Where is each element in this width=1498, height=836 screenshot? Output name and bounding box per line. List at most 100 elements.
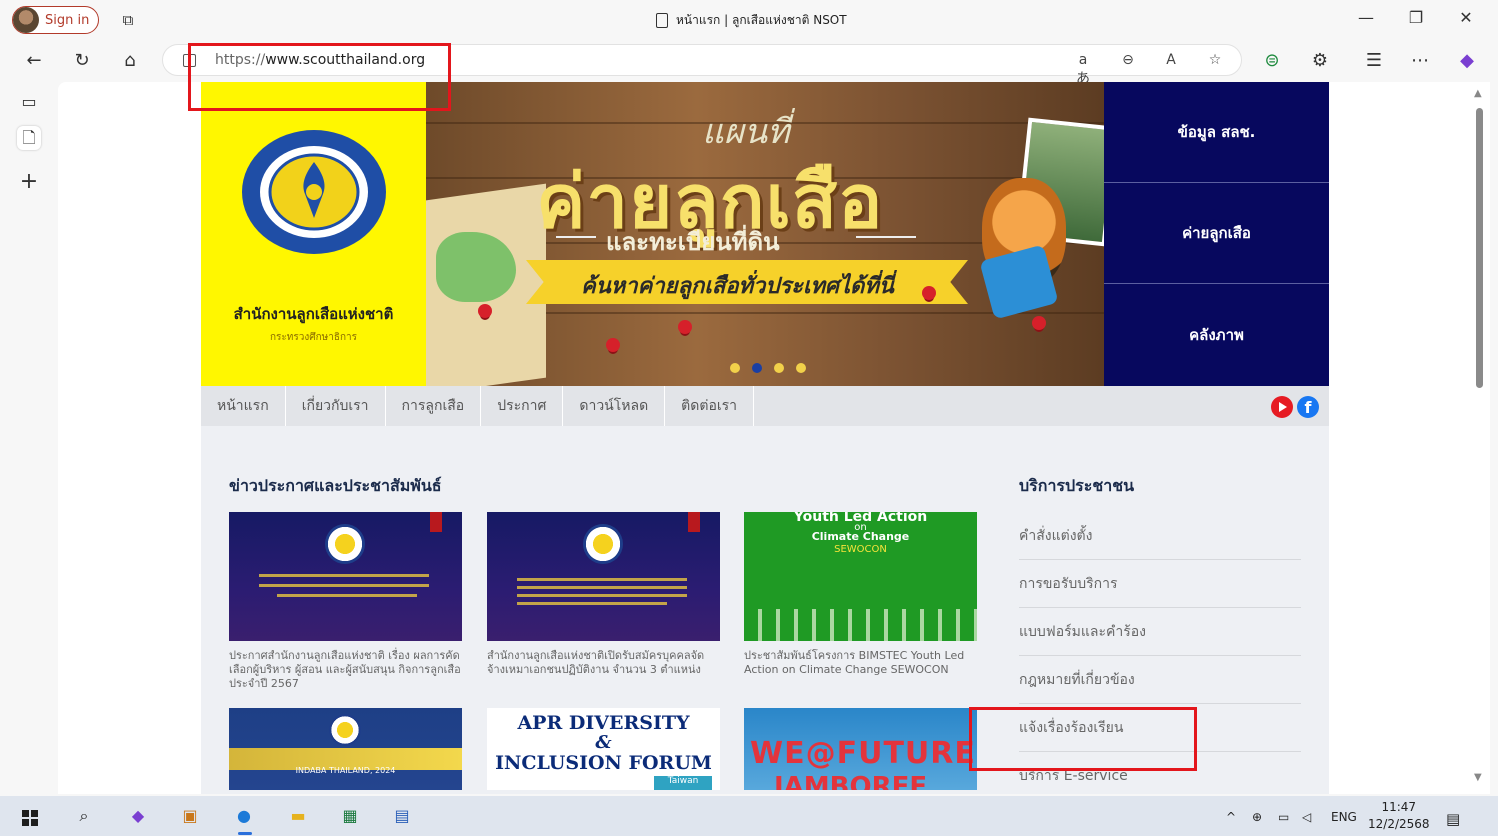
restore-icon[interactable]: ❐ xyxy=(1401,8,1431,27)
browser-titlebar: Sign in ⧉ หน้าแรก | ลูกเสือแห่งชาติ NSOT… xyxy=(0,0,1498,40)
org-name: สำนักงานลูกเสือแห่งชาติ xyxy=(233,305,394,323)
language-indicator[interactable]: ENG xyxy=(1331,810,1357,824)
new-tab-icon[interactable]: + xyxy=(17,170,41,194)
news-thumbnail[interactable] xyxy=(487,512,720,641)
news-thumbnail[interactable] xyxy=(229,512,462,641)
tab-list-icon[interactable]: ▭ xyxy=(17,90,41,114)
page-icon xyxy=(656,13,668,28)
service-item-request[interactable]: การขอรับบริการ xyxy=(1019,560,1301,608)
read-aloud-icon[interactable]: A xyxy=(1161,52,1181,68)
thumb-line-1: APR DIVERSITY xyxy=(517,712,690,734)
signin-button[interactable]: Sign in xyxy=(12,6,99,34)
map-pin-icon xyxy=(478,304,492,318)
news-card[interactable]: Youth Led Action on Climate Change SEWOC… xyxy=(744,512,977,677)
nav-item-scouting[interactable]: การลูกเสือ xyxy=(386,386,482,426)
more-icon[interactable]: ⋯ xyxy=(1408,49,1432,73)
slider-dot[interactable] xyxy=(730,363,740,373)
page-scrollbar[interactable]: ▲ ▼ xyxy=(1474,88,1484,788)
tray-pen-icon[interactable]: ⊕ xyxy=(1252,810,1262,824)
home-icon[interactable]: ⌂ xyxy=(118,49,142,73)
windows-start-icon[interactable] xyxy=(22,810,38,826)
news-thumbnail[interactable]: Youth Led Action on Climate Change SEWOC… xyxy=(744,512,977,641)
copilot-taskbar-icon[interactable]: ◆ xyxy=(126,804,150,828)
news-card[interactable]: INDABA THAILAND, 2024 xyxy=(229,708,462,790)
news-section-title: ข่าวประกาศและประชาสัมพันธ์ xyxy=(229,476,442,495)
tab-actions-icon[interactable]: ⧉ xyxy=(118,10,138,30)
copilot-g-icon[interactable]: ⊜ xyxy=(1260,49,1284,73)
facebook-icon[interactable]: f xyxy=(1297,396,1319,418)
edge-icon[interactable]: ● xyxy=(232,804,256,828)
refresh-icon[interactable]: ↻ xyxy=(70,49,94,73)
youtube-icon[interactable] xyxy=(1271,396,1293,418)
nav-item-downloads[interactable]: ดาวน์โหลด xyxy=(563,386,666,426)
news-caption[interactable]: ประกาศสำนักงานลูกเสือแห่งชาติ เรื่อง ผลก… xyxy=(229,649,462,691)
signin-label: Sign in xyxy=(45,12,90,28)
thumb-title: INDABA THAILAND, 2024 xyxy=(295,766,396,775)
file-explorer-icon[interactable]: ▬ xyxy=(286,804,310,828)
profile-avatar xyxy=(13,7,39,33)
news-thumbnail[interactable]: WE@FUTURE JAMBOREE xyxy=(744,708,977,790)
nav-item-announcements[interactable]: ประกาศ xyxy=(481,386,564,426)
copilot-icon[interactable]: ◆ xyxy=(1455,49,1479,73)
annotation-box-url xyxy=(188,43,451,111)
news-card[interactable]: WE@FUTURE JAMBOREE xyxy=(744,708,977,790)
quick-menu-item-gallery[interactable]: คลังภาพ xyxy=(1104,284,1329,385)
news-card[interactable]: APR DIVERSITY & INCLUSION FORUM Taiwan xyxy=(487,708,720,790)
excel-icon[interactable]: ▦ xyxy=(338,804,362,828)
quick-menu-item-info[interactable]: ข้อมูล สลช. xyxy=(1104,82,1329,183)
service-item-laws[interactable]: กฎหมายที่เกี่ยวข้อง xyxy=(1019,656,1301,704)
news-thumbnail[interactable]: INDABA THAILAND, 2024 xyxy=(229,708,462,790)
scroll-down-icon[interactable]: ▼ xyxy=(1474,772,1482,783)
system-clock[interactable]: 11:47 12/2/2568 xyxy=(1368,799,1430,833)
map-pin-icon xyxy=(606,338,620,352)
site-logo-panel[interactable]: สำนักงานลูกเสือแห่งชาติ กระทรวงศึกษาธิกา… xyxy=(201,82,426,386)
thumb-subtitle: Climate Change xyxy=(811,530,910,543)
nav-item-about[interactable]: เกี่ยวกับเรา xyxy=(286,386,386,426)
active-tab[interactable]: หน้าแรก | ลูกเสือแห่งชาติ NSOT xyxy=(656,11,847,30)
banner-subheadline: และทะเบียนที่ดิน xyxy=(606,228,780,256)
map-pin-icon xyxy=(678,320,692,334)
minimize-icon[interactable]: — xyxy=(1351,8,1381,27)
tray-chevron-icon[interactable]: ^ xyxy=(1226,810,1236,824)
thumb-line-3: INCLUSION FORUM xyxy=(495,752,712,774)
nav-item-contact[interactable]: ติดต่อเรา xyxy=(665,386,755,426)
website: สำนักงานลูกเสือแห่งชาติ กระทรวงศึกษาธิกา… xyxy=(201,82,1329,794)
news-card[interactable]: สำนักงานลูกเสือแห่งชาติเปิดรับสมัครบุคคล… xyxy=(487,512,720,677)
favorites-icon[interactable]: ☰ xyxy=(1362,49,1386,73)
services-title: บริการประชาชน xyxy=(1019,476,1134,495)
seal-icon xyxy=(325,524,365,564)
slider-dot[interactable] xyxy=(752,363,762,373)
store-icon[interactable]: ▣ xyxy=(178,804,202,828)
divider xyxy=(556,236,596,238)
nav-item-home[interactable]: หน้าแรก xyxy=(201,386,286,426)
volume-muted-icon[interactable]: ◁ xyxy=(1302,810,1311,824)
quick-menu-item-camps[interactable]: ค่ายลูกเสือ xyxy=(1104,183,1329,284)
page-viewport: สำนักงานลูกเสือแห่งชาติ กระทรวงศึกษาธิกา… xyxy=(58,82,1490,794)
annotation-box-complaint xyxy=(969,707,1197,771)
notifications-icon[interactable]: ▤ xyxy=(1446,810,1460,828)
zoom-icon[interactable]: ⊖ xyxy=(1118,52,1138,68)
service-item-forms[interactable]: แบบฟอร์มและคำร้อง xyxy=(1019,608,1301,656)
service-item-appointments[interactable]: คำสั่งแต่งตั้ง xyxy=(1019,512,1301,560)
slider-dot[interactable] xyxy=(774,363,784,373)
scroll-up-icon[interactable]: ▲ xyxy=(1474,88,1482,99)
word-icon[interactable]: ▤ xyxy=(390,804,414,828)
search-icon[interactable]: ⌕ xyxy=(72,804,96,828)
hero-banner[interactable]: แผนที่ ค่ายลูกเสือ และทะเบียนที่ดิน ค้นห… xyxy=(426,82,1104,386)
extensions-icon[interactable]: ⚙ xyxy=(1308,49,1332,73)
scroll-thumb[interactable] xyxy=(1476,108,1483,388)
thumb-line-2: & xyxy=(595,732,612,753)
back-icon[interactable]: ← xyxy=(22,49,46,73)
news-caption[interactable]: สำนักงานลูกเสือแห่งชาติเปิดรับสมัครบุคคล… xyxy=(487,649,720,677)
thumb-subtitle-2: SEWOCON xyxy=(834,544,887,555)
slider-dot[interactable] xyxy=(796,363,806,373)
news-caption[interactable]: ประชาสัมพันธ์โครงการ BIMSTEC Youth Led A… xyxy=(744,649,977,677)
thumb-line-2: JAMBOREE xyxy=(774,772,928,790)
news-thumbnail[interactable]: APR DIVERSITY & INCLUSION FORUM Taiwan xyxy=(487,708,720,790)
favorite-star-icon[interactable]: ☆ xyxy=(1205,52,1225,68)
close-icon[interactable]: ✕ xyxy=(1451,8,1481,27)
current-tab-icon[interactable]: 🗋 xyxy=(17,126,41,150)
news-card[interactable]: ประกาศสำนักงานลูกเสือแห่งชาติ เรื่อง ผลก… xyxy=(229,512,462,691)
tab-title: หน้าแรก | ลูกเสือแห่งชาติ NSOT xyxy=(676,13,847,27)
network-icon[interactable]: ▭ xyxy=(1278,810,1289,824)
